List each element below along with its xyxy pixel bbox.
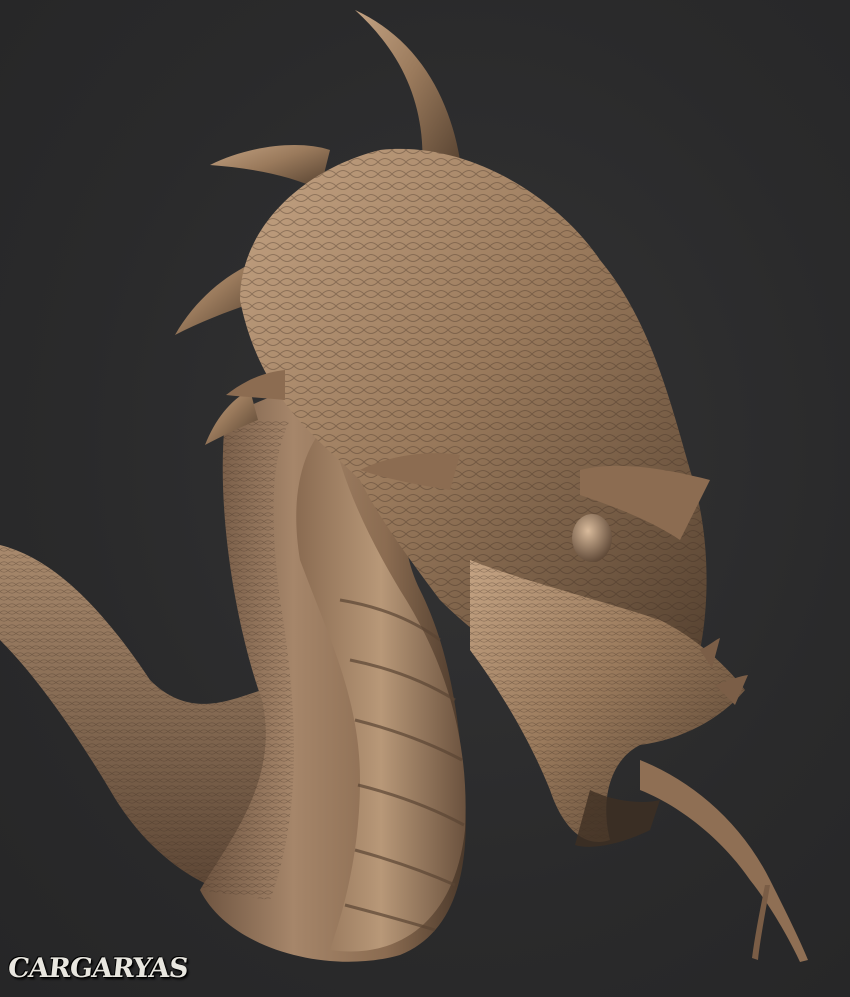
dragon-whisker: [640, 760, 808, 962]
artist-signature: CARGARYAS: [6, 944, 189, 992]
dragon-eye: [572, 514, 612, 562]
dragon-sculpture-image: [0, 10, 808, 962]
render-canvas: CARGARYAS: [0, 0, 850, 997]
signature-text: CARGARYAS: [6, 952, 190, 984]
